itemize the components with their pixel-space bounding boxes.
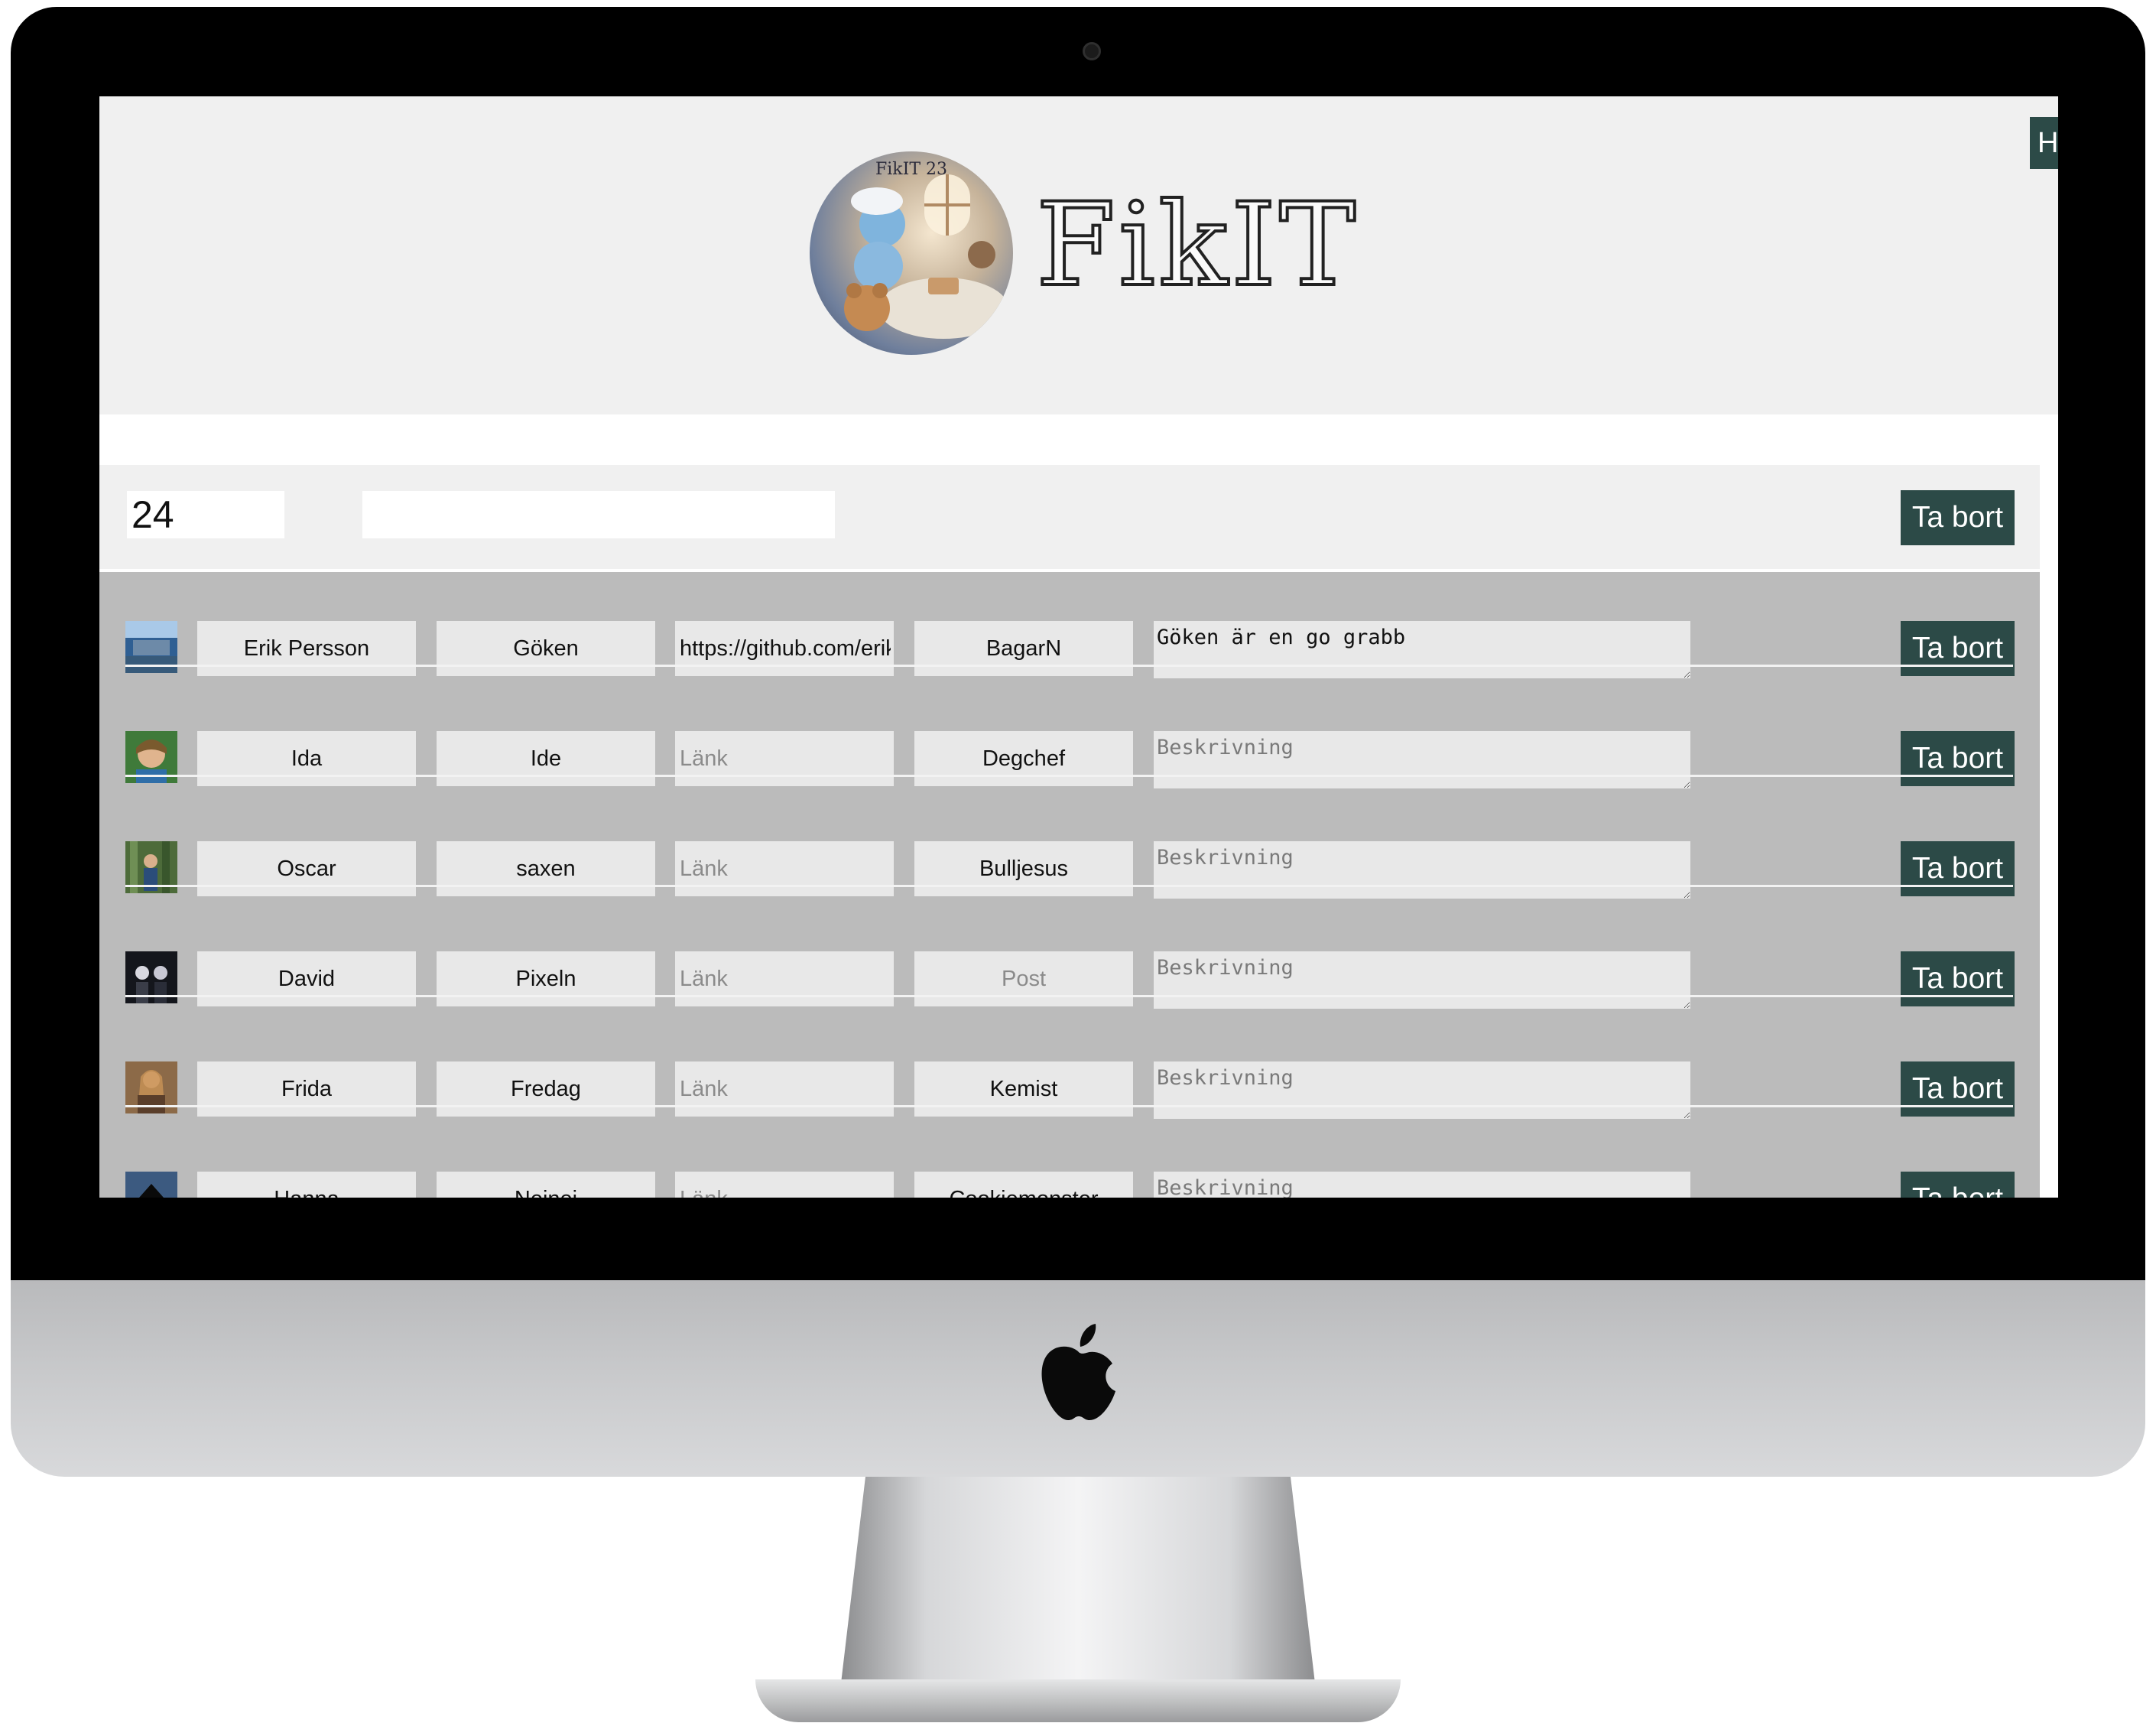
row-divider: [125, 995, 2013, 997]
link-field[interactable]: [675, 841, 894, 896]
nick-field[interactable]: [437, 841, 655, 896]
member-row: Göken är en go grabb Ta bort: [99, 572, 2040, 682]
title-input[interactable]: [362, 491, 835, 538]
member-row: Ta bort: [99, 1123, 2040, 1198]
name-field[interactable]: [197, 951, 416, 1006]
nick-field[interactable]: [437, 1172, 655, 1198]
row-divider: [125, 885, 2013, 887]
delete-member-button[interactable]: Ta bort: [1901, 621, 2015, 676]
nick-field[interactable]: [437, 1061, 655, 1117]
name-field[interactable]: [197, 731, 416, 786]
post-field[interactable]: [914, 621, 1133, 676]
delete-member-button[interactable]: Ta bort: [1901, 1172, 2015, 1198]
monitor-stand: [841, 1477, 1315, 1683]
corner-button[interactable]: H: [2030, 117, 2058, 169]
description-field[interactable]: Göken är en go grabb: [1154, 621, 1690, 678]
member-row: Ta bort: [99, 902, 2040, 1013]
name-field[interactable]: [197, 841, 416, 896]
apple-logo-icon: [1041, 1324, 1115, 1420]
monitor-foot: [755, 1679, 1401, 1722]
group-toolbar: Ta bort: [99, 465, 2040, 569]
nick-field[interactable]: [437, 621, 655, 676]
name-field[interactable]: [197, 621, 416, 676]
post-field[interactable]: [914, 1172, 1133, 1198]
member-list: Göken är en go grabb Ta bort Ta bort: [99, 572, 2040, 1198]
post-field[interactable]: [914, 1061, 1133, 1117]
post-field[interactable]: [914, 951, 1133, 1006]
delete-group-button[interactable]: Ta bort: [1901, 490, 2015, 545]
camera-icon: [1083, 42, 1101, 60]
link-field[interactable]: [675, 1172, 894, 1198]
fikit-logo: FikIT 23: [810, 151, 1013, 355]
svg-text:FikIT 23: FikIT 23: [875, 160, 947, 179]
name-field[interactable]: [197, 1172, 416, 1198]
post-field[interactable]: [914, 841, 1133, 896]
link-field[interactable]: [675, 1061, 894, 1117]
description-field[interactable]: [1154, 1061, 1690, 1119]
delete-member-button[interactable]: Ta bort: [1901, 841, 2015, 896]
nick-field[interactable]: [437, 731, 655, 786]
row-divider: [125, 1105, 2013, 1107]
link-field[interactable]: [675, 951, 894, 1006]
description-field[interactable]: [1154, 1172, 1690, 1198]
delete-member-button[interactable]: Ta bort: [1901, 1061, 2015, 1117]
name-field[interactable]: [197, 1061, 416, 1117]
member-row: Ta bort: [99, 682, 2040, 792]
link-field[interactable]: [675, 731, 894, 786]
description-field[interactable]: [1154, 951, 1690, 1009]
brand-title: FikIT: [1034, 179, 1359, 312]
browser-viewport: FikIT 23 FikIT H Ta bort Göken är en go …: [99, 96, 2058, 1198]
member-row: Ta bort: [99, 1013, 2040, 1123]
nick-field[interactable]: [437, 951, 655, 1006]
upload-arrow-icon[interactable]: [125, 1172, 177, 1198]
link-field[interactable]: [675, 621, 894, 676]
description-field[interactable]: [1154, 731, 1690, 788]
number-input[interactable]: [127, 491, 284, 538]
description-field[interactable]: [1154, 841, 1690, 899]
member-row: Ta bort: [99, 792, 2040, 902]
site-header: FikIT 23 FikIT H: [99, 96, 2058, 414]
row-divider: [125, 775, 2013, 777]
post-field[interactable]: [914, 731, 1133, 786]
delete-member-button[interactable]: Ta bort: [1901, 951, 2015, 1006]
row-divider: [125, 665, 2013, 667]
delete-member-button[interactable]: Ta bort: [1901, 731, 2015, 786]
